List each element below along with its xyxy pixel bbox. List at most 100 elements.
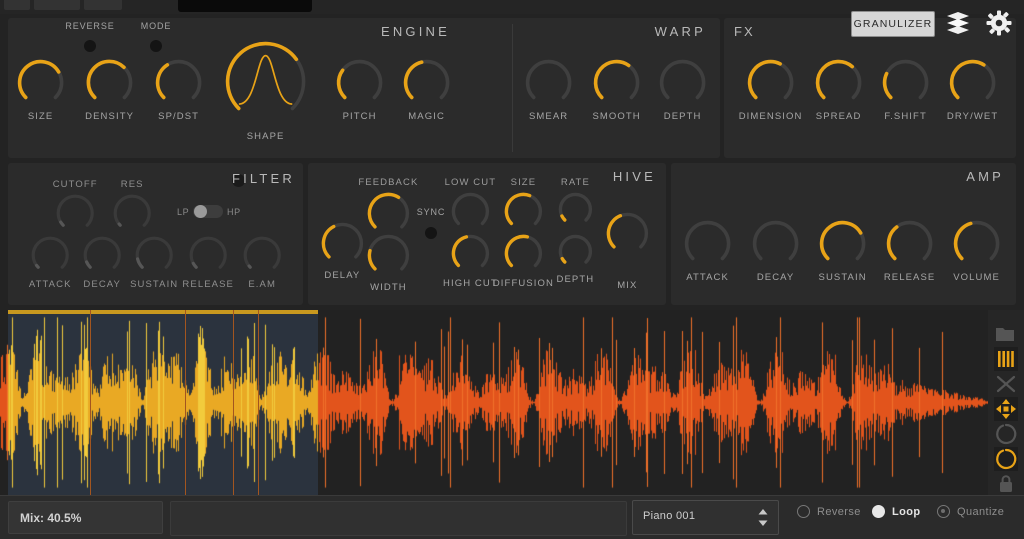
toggle-label: Reverse <box>817 505 861 518</box>
knob-mix[interactable]: MIX <box>605 211 650 291</box>
knob-width[interactable]: WIDTH <box>366 233 411 293</box>
sync-toggle[interactable] <box>425 227 437 239</box>
knob-label: DIFFUSION <box>492 277 554 289</box>
knob-density[interactable]: DENSITY <box>85 58 134 122</box>
preset-selector[interactable]: Piano 001 <box>632 500 779 535</box>
knob-label: RATE <box>560 177 590 188</box>
knob-f-shift[interactable]: F.SHIFT <box>881 58 930 122</box>
fx-panel: FX DIMENSION SPREAD F.SHIFT DRY/WET <box>724 18 1016 158</box>
knob-volume[interactable]: VOLUME <box>952 219 1001 283</box>
knob-label: RELEASE <box>883 272 936 284</box>
loop-toggle[interactable]: Loop <box>872 505 920 518</box>
engine-warp-divider <box>512 24 513 152</box>
reverse-toggle-label: REVERSE <box>65 21 115 31</box>
host-chip-3[interactable] <box>84 0 122 10</box>
knob-label: HIGH CUT <box>443 277 498 289</box>
knob-spread[interactable]: SPREAD <box>814 58 863 122</box>
reverse-toggle[interactable]: Reverse <box>797 505 861 518</box>
knob-decay[interactable]: DECAY <box>82 235 122 290</box>
knob-release[interactable]: RELEASE <box>884 219 934 283</box>
knob-decay[interactable]: DECAY <box>751 219 800 283</box>
engine-panel: ENGINE WARP SIZE DENSITY SP/DST SHAPE PITCH M… <box>8 18 720 158</box>
warp-title: WARP <box>654 24 706 39</box>
lock-icon[interactable] <box>994 472 1018 496</box>
knob-diffusion[interactable]: DIFFUSION <box>493 233 553 289</box>
toggle-label: Loop <box>892 505 921 518</box>
knob-attack[interactable]: ATTACK <box>29 235 70 290</box>
host-chip-1[interactable] <box>4 0 30 10</box>
knob-smear[interactable]: SMEAR <box>524 58 573 122</box>
mode-toggle-label: MODE <box>140 21 172 31</box>
knob-depth[interactable]: DEPTH <box>557 233 594 285</box>
knob-size[interactable]: SIZE <box>16 58 65 122</box>
gear-icon[interactable] <box>986 10 1012 36</box>
shuffle-icon[interactable] <box>994 372 1018 396</box>
slice-marker[interactable] <box>185 310 186 495</box>
knob-pitch[interactable]: PITCH <box>335 58 384 122</box>
knob-label: SUSTAIN <box>818 272 867 284</box>
knob-dry-wet[interactable]: DRY/WET <box>947 58 997 122</box>
sync-label: SYNC <box>416 207 446 217</box>
knob-label: SHAPE <box>246 131 285 143</box>
folder-icon[interactable] <box>994 322 1018 346</box>
knob-sustain[interactable]: SUSTAIN <box>818 219 867 283</box>
knob-size[interactable]: SIZE <box>503 177 544 232</box>
knob-sp-dst[interactable]: SP/DST <box>154 58 203 122</box>
knob-label: CUTOFF <box>52 179 98 190</box>
loop-fwd-icon[interactable] <box>994 422 1018 446</box>
mix-readout[interactable]: Mix: 40.5% <box>8 501 163 534</box>
filter-title: FILTER <box>231 171 295 186</box>
toggle-circle[interactable] <box>937 505 950 518</box>
knob-label: DELAY <box>324 269 361 281</box>
slice-marker[interactable] <box>233 310 234 495</box>
waveform-toolbar <box>988 310 1024 495</box>
knob-delay[interactable]: DELAY <box>320 221 365 281</box>
mode-toggle[interactable] <box>150 40 162 52</box>
knob-label: DECAY <box>756 272 795 284</box>
host-chip-2[interactable] <box>34 0 80 10</box>
knob-label: DECAY <box>83 279 121 291</box>
toggle-circle[interactable] <box>797 505 810 518</box>
move-icon[interactable] <box>994 397 1018 421</box>
knob-label: F.SHIFT <box>884 111 927 123</box>
knob-res[interactable]: RES <box>112 179 152 233</box>
knob-label: RES <box>120 179 144 190</box>
toggle-circle[interactable] <box>872 505 885 518</box>
slice-marker[interactable] <box>258 310 259 495</box>
slice-grid-icon[interactable] <box>994 347 1018 371</box>
filter-hp-label: HP <box>227 207 241 217</box>
knob-sustain[interactable]: SUSTAIN <box>130 235 177 290</box>
knob-dimension[interactable]: DIMENSION <box>739 58 801 122</box>
knob-magic[interactable]: MAGIC <box>402 58 451 122</box>
reverse-toggle[interactable] <box>84 40 96 52</box>
scrub-bar[interactable] <box>170 501 627 536</box>
knob-attack[interactable]: ATTACK <box>683 219 732 283</box>
knob-label: SIZE <box>510 177 537 188</box>
preset-name: Piano 001 <box>643 510 696 522</box>
knob-depth[interactable]: DEPTH <box>658 58 707 122</box>
knob-low-cut[interactable]: LOW CUT <box>445 177 495 232</box>
knob-smooth[interactable]: SMOOTH <box>592 58 641 122</box>
spinner-up-down-icon[interactable] <box>757 508 769 527</box>
filter-lp-label: LP <box>177 207 190 217</box>
knob-shape[interactable]: SHAPE <box>224 40 307 142</box>
unpack-box-icon[interactable] <box>945 11 971 35</box>
host-display <box>178 0 312 12</box>
granulizer-button[interactable]: GRANULIZER <box>851 11 935 37</box>
knob-label: DEPTH <box>663 111 702 123</box>
filter-panel: FILTER CUTOFF RES ATTACK DECAY SUSTAIN RELEAS… <box>8 163 303 305</box>
knob-label: SMOOTH <box>592 111 641 123</box>
filter-mode-switch[interactable] <box>193 205 223 218</box>
filter-mode-switch-knob[interactable] <box>194 205 207 218</box>
knob-e-am[interactable]: E.AM <box>242 235 282 290</box>
amp-panel: AMP ATTACK DECAY SUSTAIN RELEASE VOLUME <box>671 163 1016 305</box>
knob-cutoff[interactable]: CUTOFF <box>53 179 97 233</box>
knob-rate[interactable]: RATE <box>557 177 594 228</box>
knob-release[interactable]: RELEASE <box>182 235 233 290</box>
quantize-toggle[interactable]: Quantize <box>937 505 1004 518</box>
loop-alt-icon[interactable] <box>994 447 1018 471</box>
knob-high-cut[interactable]: HIGH CUT <box>443 233 497 289</box>
knob-feedback[interactable]: FEEDBACK <box>358 177 417 236</box>
slice-marker[interactable] <box>90 310 91 495</box>
waveform-display[interactable] <box>0 310 1024 495</box>
